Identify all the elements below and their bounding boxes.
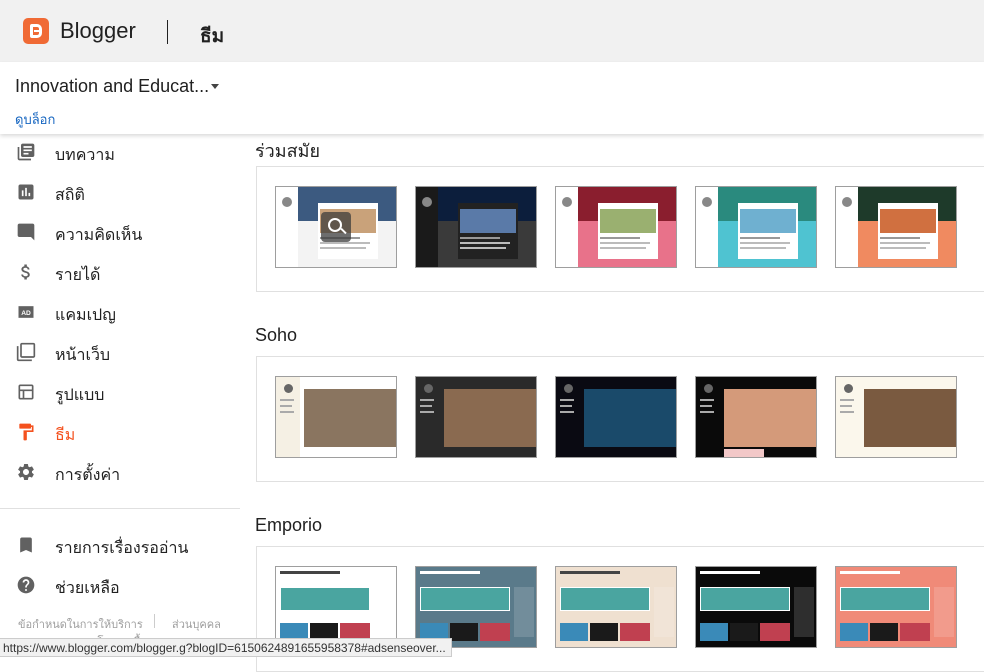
theme-thumbnail[interactable] xyxy=(275,186,397,268)
sidebar-item-label: บทความ xyxy=(55,147,115,164)
page-title: ธีม xyxy=(200,26,225,47)
layout-icon xyxy=(16,382,36,402)
theme-thumbnail[interactable] xyxy=(695,376,817,458)
sidebar-item-label: รายการเรื่องรออ่าน xyxy=(55,540,189,557)
privacy-link[interactable]: ส่วนบุคคล xyxy=(172,615,221,633)
ad-icon: AD xyxy=(16,302,36,322)
terms-link[interactable]: ข้อกำหนดในการให้บริการ xyxy=(18,615,143,633)
preview-magnifier-icon[interactable] xyxy=(321,212,351,242)
bookmark-icon xyxy=(16,535,36,555)
footer-divider xyxy=(154,614,155,628)
header-divider xyxy=(167,20,168,44)
theme-thumbnail[interactable] xyxy=(695,566,817,648)
sidebar-item-label: ธีม xyxy=(55,427,76,444)
svg-text:AD: AD xyxy=(21,310,31,317)
theme-gallery-row xyxy=(256,356,984,482)
theme-thumbnail[interactable] xyxy=(835,186,957,268)
theme-thumbnail[interactable] xyxy=(415,376,537,458)
stats-icon xyxy=(16,182,36,202)
sidebar-item-label: ช่วยเหลือ xyxy=(55,580,120,597)
theme-thumbnail[interactable] xyxy=(555,376,677,458)
sidebar-item-pages[interactable]: หน้าเว็บ xyxy=(0,334,240,370)
gear-icon xyxy=(16,462,36,482)
sidebar-item-label: การตั้งค่า xyxy=(55,467,121,484)
theme-thumbnail[interactable] xyxy=(275,566,397,648)
blogger-logo-icon[interactable] xyxy=(23,18,49,44)
sidebar-item-label: แคมเปญ xyxy=(55,307,116,324)
sidebar: บทความ สถิติ ความคิดเห็น รายได้ AD แคมเป… xyxy=(0,134,240,657)
posts-icon xyxy=(16,142,36,162)
comments-icon xyxy=(16,222,36,242)
dollar-icon xyxy=(16,262,36,282)
sidebar-item-label: รูปแบบ xyxy=(55,387,105,404)
help-icon xyxy=(16,575,36,595)
theme-thumbnail[interactable] xyxy=(555,566,677,648)
theme-thumbnail[interactable] xyxy=(835,376,957,458)
theme-gallery-row xyxy=(256,166,984,292)
section-title: Soho xyxy=(255,325,298,345)
section-title: Emporio xyxy=(255,515,323,535)
theme-thumbnail[interactable] xyxy=(415,566,537,648)
sidebar-item-comments[interactable]: ความคิดเห็น xyxy=(0,214,240,250)
brand-name[interactable]: Blogger xyxy=(60,18,136,44)
theme-thumbnail[interactable] xyxy=(555,186,677,268)
sidebar-item-campaigns[interactable]: AD แคมเปญ xyxy=(0,294,240,330)
sidebar-item-earnings[interactable]: รายได้ xyxy=(0,254,240,290)
sidebar-item-settings[interactable]: การตั้งค่า xyxy=(0,454,240,490)
sidebar-item-layout[interactable]: รูปแบบ xyxy=(0,374,240,410)
chevron-down-icon[interactable] xyxy=(211,84,219,89)
theme-thumbnail[interactable] xyxy=(415,186,537,268)
sidebar-divider xyxy=(0,508,240,509)
status-bar-url: https://www.blogger.com/blogger.g?blogID… xyxy=(0,638,452,657)
pages-icon xyxy=(16,342,36,362)
theme-thumbnail[interactable] xyxy=(275,376,397,458)
theme-thumbnail[interactable] xyxy=(695,186,817,268)
sidebar-item-stats[interactable]: สถิติ xyxy=(0,174,240,210)
section-title: ร่วมสมัย xyxy=(255,141,321,161)
view-blog-link[interactable]: ดูบล็อก xyxy=(15,109,55,130)
sidebar-item-label: รายได้ xyxy=(55,267,101,284)
sidebar-item-theme[interactable]: ธีม xyxy=(0,414,240,450)
sidebar-item-label: หน้าเว็บ xyxy=(55,347,111,364)
sidebar-item-label: ความคิดเห็น xyxy=(55,227,143,244)
sidebar-item-label: สถิติ xyxy=(55,187,85,204)
themes-main: ร่วมสมัย Soho Emporio xyxy=(240,134,984,672)
sidebar-item-help[interactable]: ช่วยเหลือ xyxy=(0,567,240,603)
sidebar-item-reading-list[interactable]: รายการเรื่องรออ่าน xyxy=(0,527,240,563)
blog-name-dropdown[interactable]: Innovation and Educat... xyxy=(15,76,209,97)
sidebar-item-posts[interactable]: บทความ xyxy=(0,134,240,170)
blog-selector-bar: Innovation and Educat... ดูบล็อก xyxy=(0,62,984,134)
theme-thumbnail[interactable] xyxy=(835,566,957,648)
top-bar: Blogger ธีม xyxy=(0,0,984,62)
paint-roller-icon xyxy=(16,422,36,442)
